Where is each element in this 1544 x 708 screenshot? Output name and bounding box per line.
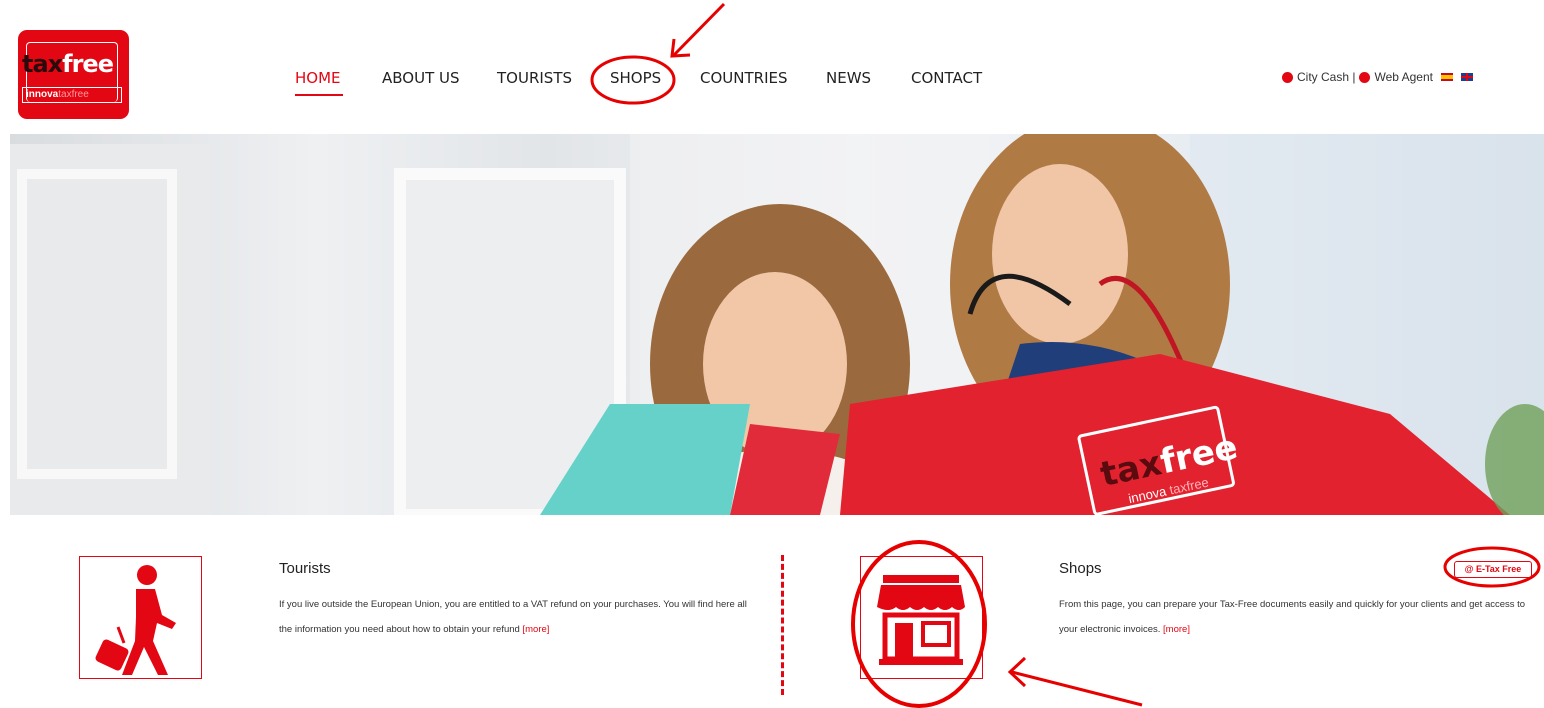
annotation-overlay	[590, 2, 1541, 708]
shops-nav-circle	[590, 55, 676, 105]
etax-circle	[1443, 546, 1541, 588]
shop-arrow-line	[1011, 670, 1143, 707]
shop-icon-circle	[851, 540, 987, 708]
nav-arrow-line	[672, 2, 726, 57]
